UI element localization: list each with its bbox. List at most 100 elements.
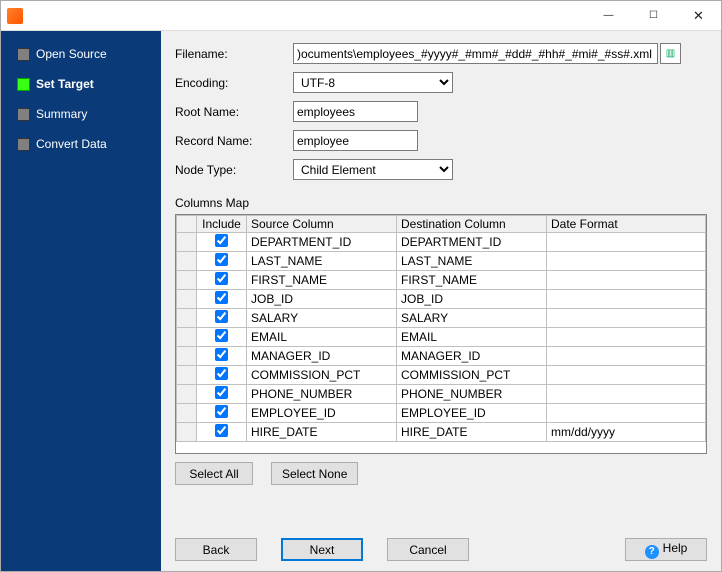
table-row[interactable]: MANAGER_IDMANAGER_ID [177, 347, 706, 366]
date-format-cell[interactable] [547, 233, 706, 252]
source-column-cell[interactable]: LAST_NAME [247, 252, 397, 271]
include-cell[interactable] [197, 385, 247, 404]
sidebar-item-summary[interactable]: Summary [1, 103, 161, 125]
source-column-cell[interactable]: FIRST_NAME [247, 271, 397, 290]
maximize-button[interactable]: ☐ [631, 1, 676, 30]
destination-column-cell[interactable]: MANAGER_ID [397, 347, 547, 366]
destination-column-cell[interactable]: EMAIL [397, 328, 547, 347]
row-header-cell[interactable] [177, 271, 197, 290]
sidebar-item-set-target[interactable]: Set Target [1, 73, 161, 95]
nodetype-select[interactable]: Child Element [293, 159, 453, 180]
table-row[interactable]: EMAILEMAIL [177, 328, 706, 347]
include-checkbox[interactable] [215, 234, 228, 247]
filename-input[interactable] [293, 43, 658, 64]
row-header-cell[interactable] [177, 347, 197, 366]
minimize-button[interactable]: — [586, 1, 631, 30]
row-header-cell[interactable] [177, 366, 197, 385]
table-row[interactable]: COMMISSION_PCTCOMMISSION_PCT [177, 366, 706, 385]
date-format-cell[interactable] [547, 271, 706, 290]
table-row[interactable]: SALARYSALARY [177, 309, 706, 328]
include-checkbox[interactable] [215, 386, 228, 399]
destination-column-cell[interactable]: SALARY [397, 309, 547, 328]
include-cell[interactable] [197, 404, 247, 423]
source-column-cell[interactable]: MANAGER_ID [247, 347, 397, 366]
source-column-cell[interactable]: SALARY [247, 309, 397, 328]
source-column-cell[interactable]: HIRE_DATE [247, 423, 397, 442]
date-format-cell[interactable] [547, 309, 706, 328]
header-date-format[interactable]: Date Format [547, 216, 706, 233]
include-cell[interactable] [197, 366, 247, 385]
close-button[interactable]: ✕ [676, 1, 721, 30]
include-cell[interactable] [197, 233, 247, 252]
row-header-cell[interactable] [177, 328, 197, 347]
include-cell[interactable] [197, 347, 247, 366]
sidebar-item-convert-data[interactable]: Convert Data [1, 133, 161, 155]
include-cell[interactable] [197, 271, 247, 290]
titlebar[interactable]: — ☐ ✕ [1, 1, 721, 31]
date-format-cell[interactable] [547, 404, 706, 423]
source-column-cell[interactable]: COMMISSION_PCT [247, 366, 397, 385]
next-button[interactable]: Next [281, 538, 363, 561]
table-row[interactable]: PHONE_NUMBERPHONE_NUMBER [177, 385, 706, 404]
header-destination[interactable]: Destination Column [397, 216, 547, 233]
select-all-button[interactable]: Select All [175, 462, 253, 485]
destination-column-cell[interactable]: DEPARTMENT_ID [397, 233, 547, 252]
row-header-cell[interactable] [177, 309, 197, 328]
destination-column-cell[interactable]: LAST_NAME [397, 252, 547, 271]
date-format-cell[interactable] [547, 385, 706, 404]
row-header-cell[interactable] [177, 385, 197, 404]
date-format-cell[interactable] [547, 290, 706, 309]
table-row[interactable]: JOB_IDJOB_ID [177, 290, 706, 309]
include-checkbox[interactable] [215, 367, 228, 380]
include-checkbox[interactable] [215, 272, 228, 285]
source-column-cell[interactable]: DEPARTMENT_ID [247, 233, 397, 252]
include-checkbox[interactable] [215, 329, 228, 342]
encoding-select[interactable]: UTF-8 [293, 72, 453, 93]
source-column-cell[interactable]: PHONE_NUMBER [247, 385, 397, 404]
include-checkbox[interactable] [215, 348, 228, 361]
date-format-cell[interactable] [547, 252, 706, 271]
row-header-cell[interactable] [177, 423, 197, 442]
destination-column-cell[interactable]: HIRE_DATE [397, 423, 547, 442]
help-button[interactable]: ?Help [625, 538, 707, 561]
include-checkbox[interactable] [215, 405, 228, 418]
table-row[interactable]: HIRE_DATEHIRE_DATEmm/dd/yyyy [177, 423, 706, 442]
browse-button[interactable]: ▥ [660, 43, 681, 64]
sidebar-item-open-source[interactable]: Open Source [1, 43, 161, 65]
source-column-cell[interactable]: JOB_ID [247, 290, 397, 309]
row-header-cell[interactable] [177, 290, 197, 309]
header-include[interactable]: Include [197, 216, 247, 233]
table-row[interactable]: FIRST_NAMEFIRST_NAME [177, 271, 706, 290]
destination-column-cell[interactable]: FIRST_NAME [397, 271, 547, 290]
destination-column-cell[interactable]: COMMISSION_PCT [397, 366, 547, 385]
include-cell[interactable] [197, 328, 247, 347]
table-row[interactable]: LAST_NAMELAST_NAME [177, 252, 706, 271]
destination-column-cell[interactable]: EMPLOYEE_ID [397, 404, 547, 423]
include-cell[interactable] [197, 309, 247, 328]
destination-column-cell[interactable]: JOB_ID [397, 290, 547, 309]
destination-column-cell[interactable]: PHONE_NUMBER [397, 385, 547, 404]
include-cell[interactable] [197, 252, 247, 271]
include-checkbox[interactable] [215, 424, 228, 437]
source-column-cell[interactable]: EMAIL [247, 328, 397, 347]
back-button[interactable]: Back [175, 538, 257, 561]
row-header-cell[interactable] [177, 233, 197, 252]
source-column-cell[interactable]: EMPLOYEE_ID [247, 404, 397, 423]
rootname-input[interactable] [293, 101, 418, 122]
include-checkbox[interactable] [215, 291, 228, 304]
table-row[interactable]: EMPLOYEE_IDEMPLOYEE_ID [177, 404, 706, 423]
recordname-input[interactable] [293, 130, 418, 151]
header-source[interactable]: Source Column [247, 216, 397, 233]
include-checkbox[interactable] [215, 253, 228, 266]
date-format-cell[interactable] [547, 328, 706, 347]
include-checkbox[interactable] [215, 310, 228, 323]
date-format-cell[interactable] [547, 347, 706, 366]
columns-table-wrapper[interactable]: Include Source Column Destination Column… [175, 214, 707, 454]
cancel-button[interactable]: Cancel [387, 538, 469, 561]
include-cell[interactable] [197, 423, 247, 442]
include-cell[interactable] [197, 290, 247, 309]
table-row[interactable]: DEPARTMENT_IDDEPARTMENT_ID [177, 233, 706, 252]
date-format-cell[interactable]: mm/dd/yyyy [547, 423, 706, 442]
date-format-cell[interactable] [547, 366, 706, 385]
row-header-cell[interactable] [177, 404, 197, 423]
